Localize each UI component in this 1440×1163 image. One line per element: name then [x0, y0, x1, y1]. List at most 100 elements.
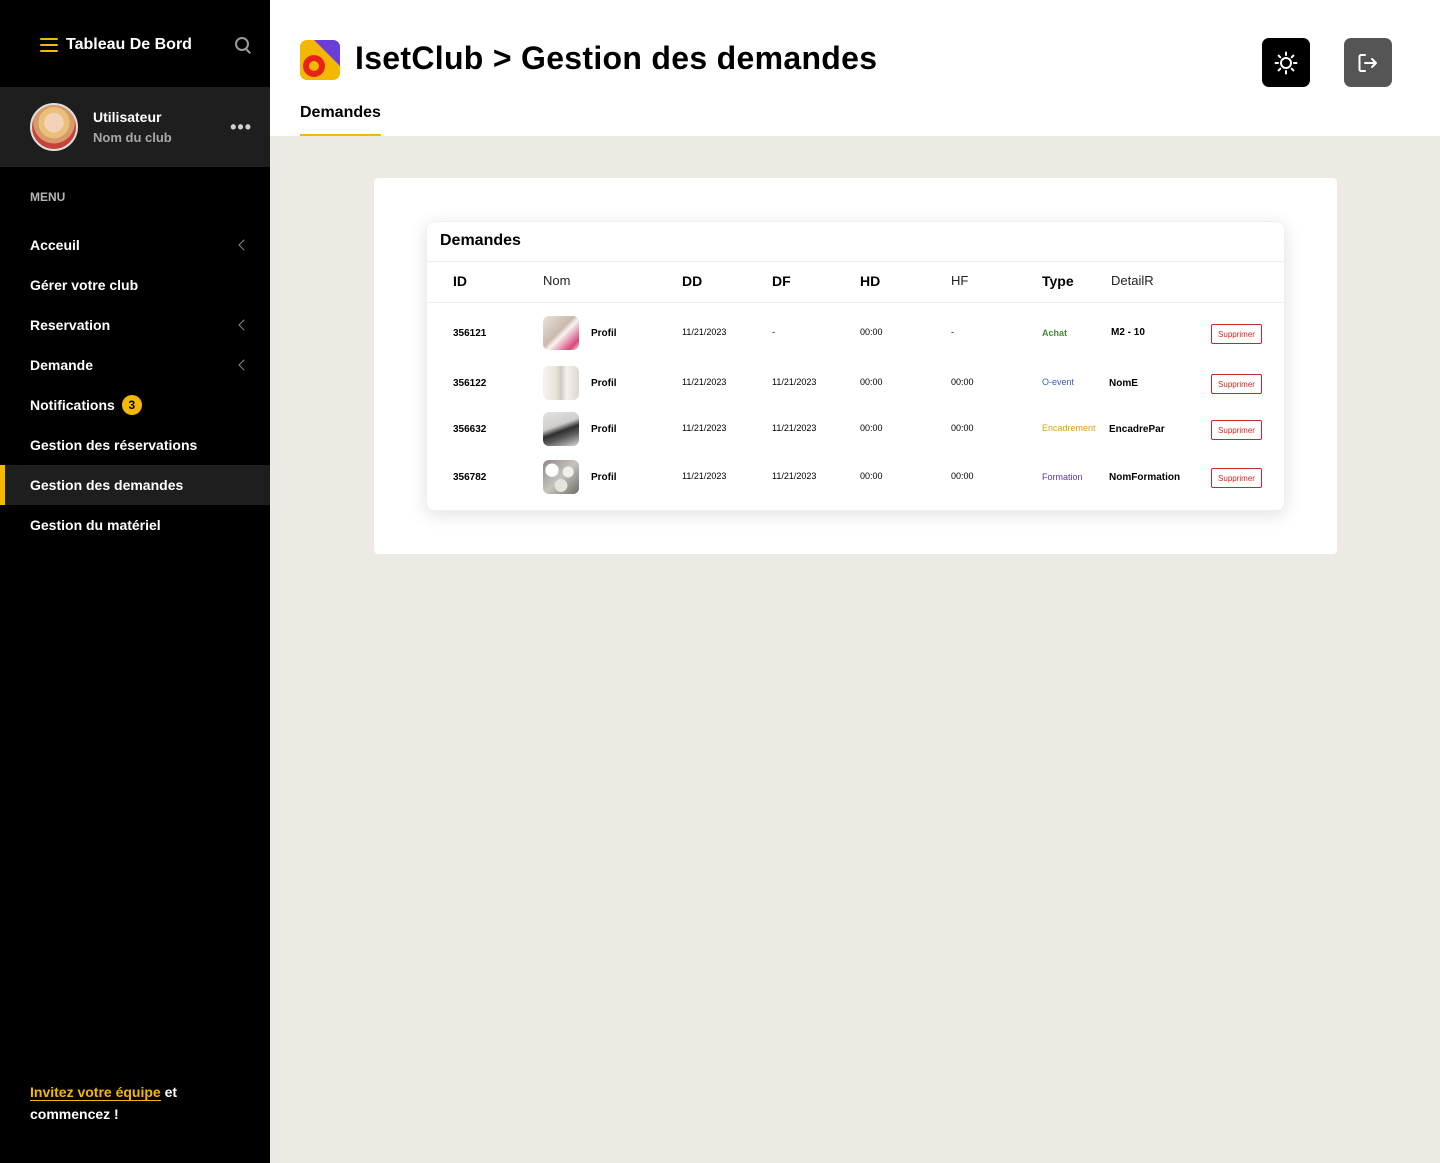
chevron-left-icon	[238, 359, 250, 371]
cell-hf: 00:00	[951, 471, 974, 481]
profile-thumbnail	[543, 316, 579, 350]
invite-team-link[interactable]: Invitez votre équipe	[30, 1084, 161, 1101]
sidebar-item-label: Gestion du matériel	[30, 517, 161, 533]
table-title: Demandes	[427, 222, 1284, 262]
cell-id: 356782	[453, 472, 487, 483]
cell-type: Achat	[1042, 328, 1068, 338]
cell-dd: 11/21/2023	[682, 377, 727, 387]
sidebar-item-label: Reservation	[30, 317, 111, 333]
sidebar-brand: Tableau De Bord	[40, 36, 192, 54]
col-hf: HF	[951, 273, 969, 288]
cell-id: 356632	[453, 424, 487, 435]
sidebar-item-gestion-reservations[interactable]: Gestion des réservations	[0, 425, 270, 465]
col-nom: Nom	[543, 273, 571, 288]
sidebar-item-reservation[interactable]: Reservation	[0, 305, 270, 345]
page-title: IsetClub > Gestion des demandes	[355, 40, 878, 76]
cell-type: Encadrement	[1042, 423, 1096, 433]
menu-section-label: MENU	[30, 190, 66, 204]
chevron-left-icon	[238, 319, 250, 331]
cell-df: -	[772, 327, 775, 337]
cell-detail: NomFormation	[1109, 472, 1181, 483]
sidebar-item-gestion-materiel[interactable]: Gestion du matériel	[0, 505, 270, 545]
sidebar-item-label: Acceuil	[30, 237, 80, 253]
sun-icon	[1274, 51, 1298, 74]
cell-hf: 00:00	[951, 377, 974, 387]
cell-df: 11/21/2023	[772, 423, 817, 433]
theme-toggle-button[interactable]	[1262, 38, 1310, 87]
cell-hd: 00:00	[860, 377, 883, 387]
cell-dd: 11/21/2023	[682, 423, 727, 433]
user-club: Nom du club	[93, 130, 172, 145]
cell-hd: 00:00	[860, 327, 883, 337]
delete-button[interactable]: Supprimer	[1211, 374, 1262, 394]
invite-text: et	[160, 1084, 178, 1100]
user-name: Utilisateur	[93, 109, 162, 125]
cell-detail: M2 - 10	[1111, 327, 1145, 338]
demandes-table-card: Demandes ID Nom DD DF HD HF Type DetailR…	[426, 221, 1285, 511]
user-info: Utilisateur Nom du club	[30, 103, 172, 151]
tab-demandes[interactable]: Demandes	[300, 104, 381, 136]
sidebar-item-gestion-demandes[interactable]: Gestion des demandes	[0, 465, 270, 505]
menu-icon[interactable]	[40, 38, 58, 52]
sidebar-item-label: Gérer votre club	[30, 277, 139, 293]
invite-team: Invitez votre équipe et commencez !	[30, 1081, 230, 1125]
search-icon[interactable]	[234, 36, 252, 54]
content-card: Demandes ID Nom DD DF HD HF Type DetailR…	[374, 178, 1337, 554]
cell-dd: 11/21/2023	[682, 471, 727, 481]
cell-hf: 00:00	[951, 423, 974, 433]
cell-hf: -	[951, 327, 954, 337]
sidebar-nav: Acceuil Gérer votre club Reservation Dem…	[0, 225, 270, 545]
col-hd: HD	[860, 273, 881, 289]
sidebar-item-notifications[interactable]: Notifications 3	[0, 385, 270, 425]
sidebar-item-label: Gestion des demandes	[30, 477, 184, 493]
logout-button[interactable]	[1344, 38, 1392, 87]
col-detailr: DetailR	[1111, 273, 1154, 288]
page-header: IsetClub > Gestion des demandes Demandes	[270, 0, 1440, 136]
profile-thumbnail	[543, 366, 579, 400]
col-df: DF	[772, 273, 791, 289]
cell-dd: 11/21/2023	[682, 327, 727, 337]
delete-button[interactable]: Supprimer	[1211, 468, 1262, 488]
cell-id: 356122	[453, 378, 487, 389]
cell-detail: NomE	[1109, 378, 1138, 389]
sidebar-item-label: Gestion des réservations	[30, 437, 198, 453]
delete-button[interactable]: Supprimer	[1211, 420, 1262, 440]
notification-badge: 3	[121, 395, 142, 415]
logout-icon	[1358, 53, 1377, 72]
more-options-icon[interactable]: •••	[230, 117, 252, 138]
cell-df: 11/21/2023	[772, 377, 817, 387]
sidebar-item-demande[interactable]: Demande	[0, 345, 270, 385]
cell-hd: 00:00	[860, 471, 883, 481]
col-dd: DD	[682, 273, 703, 289]
user-panel: Utilisateur Nom du club •••	[0, 87, 270, 167]
sidebar-item-label: Notifications	[30, 397, 115, 413]
sidebar-title: Tableau De Bord	[66, 36, 192, 53]
sidebar-item-acceuil[interactable]: Acceuil	[0, 225, 270, 265]
sidebar: Tableau De Bord Utilisateur Nom du club …	[0, 0, 270, 1163]
sidebar-item-label: Demande	[30, 357, 94, 373]
cell-type: Formation	[1042, 472, 1083, 482]
delete-button[interactable]: Supprimer	[1211, 324, 1262, 344]
cell-nom: Profil	[591, 378, 617, 389]
profile-thumbnail	[543, 460, 579, 494]
isetclub-logo	[300, 40, 340, 80]
invite-text-2: commencez !	[30, 1106, 119, 1122]
table-row: 356122 Profil 11/21/2023 11/21/2023 00:0…	[427, 364, 1284, 412]
col-id: ID	[453, 273, 467, 289]
cell-hd: 00:00	[860, 423, 883, 433]
cell-nom: Profil	[591, 328, 617, 339]
table-row: 356632 Profil 11/21/2023 11/21/2023 00:0…	[427, 410, 1284, 458]
cell-type: O-event	[1042, 377, 1075, 387]
cell-nom: Profil	[591, 472, 617, 483]
cell-nom: Profil	[591, 424, 617, 435]
sidebar-item-gerer-club[interactable]: Gérer votre club	[0, 265, 270, 305]
cell-detail: EncadrePar	[1109, 424, 1165, 435]
cell-id: 356121	[453, 328, 487, 339]
chevron-left-icon	[238, 239, 250, 251]
avatar[interactable]	[30, 103, 78, 151]
sidebar-header: Tableau De Bord	[0, 3, 270, 87]
table-header: ID Nom DD DF HD HF Type DetailR	[427, 262, 1284, 303]
profile-thumbnail	[543, 412, 579, 446]
main-content: Demandes ID Nom DD DF HD HF Type DetailR…	[270, 136, 1440, 1163]
table-row: 356782 Profil 11/21/2023 11/21/2023 00:0…	[427, 458, 1284, 506]
